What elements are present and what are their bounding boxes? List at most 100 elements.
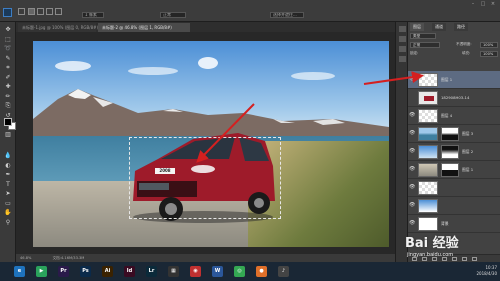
eye-icon[interactable]: 👁 bbox=[409, 221, 415, 226]
taskbar-app-icon[interactable]: Id bbox=[124, 266, 135, 277]
style-field[interactable]: 正常 bbox=[160, 12, 186, 18]
tool-preset-button[interactable] bbox=[18, 8, 25, 15]
ps-logo[interactable] bbox=[3, 8, 12, 17]
eye-icon[interactable]: 👁 bbox=[409, 185, 415, 190]
minimize-button[interactable]: – bbox=[470, 2, 476, 7]
document-tab-2[interactable]: 未标题-2 @ 46.8% (图层 1, RGB/8#) bbox=[98, 23, 190, 32]
eye-icon[interactable]: 👁 bbox=[409, 167, 415, 172]
layer-name[interactable]: 图层 2 bbox=[462, 149, 473, 154]
hand-tool-icon[interactable]: ✋ bbox=[4, 209, 12, 216]
taskbar-app-icon[interactable]: Ai bbox=[102, 266, 113, 277]
eyedropper-tool-icon[interactable]: ✐ bbox=[4, 74, 12, 81]
foreground-color-swatch[interactable] bbox=[4, 118, 12, 126]
clock-date: 2018/4/30 bbox=[476, 271, 497, 276]
layer-row[interactable]: 👁 图层 1 bbox=[408, 161, 500, 179]
layer-name[interactable]: 图层 3 bbox=[462, 131, 473, 136]
layer-row[interactable]: 👁 182908H03-14 bbox=[408, 89, 500, 107]
marquee-tool-icon[interactable]: ⬚ bbox=[4, 36, 12, 43]
tools-panel: ✥⬚➰✎⌗✐✚✏⎘↺⌫▥💧◐✒T➤▭✋⚲ bbox=[0, 22, 16, 262]
lasso-tool-icon[interactable]: ➰ bbox=[4, 45, 12, 52]
taskbar-app-icon[interactable]: ◎ bbox=[234, 266, 245, 277]
taskbar-app-icon[interactable]: W bbox=[212, 266, 223, 277]
layer-row[interactable]: 👁 bbox=[408, 179, 500, 197]
taskbar-app-icon[interactable]: e bbox=[14, 266, 25, 277]
tab-channels[interactable]: 通道 bbox=[432, 23, 446, 31]
eye-icon[interactable]: 👁 bbox=[409, 203, 415, 208]
type-tool-icon[interactable]: T bbox=[4, 181, 12, 188]
pen-tool-icon[interactable]: ✒ bbox=[4, 171, 12, 178]
eye-icon[interactable]: 👁 bbox=[409, 131, 415, 136]
opacity-label: 不透明度: bbox=[456, 42, 472, 46]
dodge-tool-icon[interactable]: ◐ bbox=[4, 162, 12, 169]
layer-name[interactable]: 图层 4 bbox=[441, 113, 452, 118]
adjustments-icon[interactable] bbox=[399, 46, 406, 52]
swatches-icon[interactable] bbox=[399, 56, 406, 62]
quick-select-tool-icon[interactable]: ✎ bbox=[4, 55, 12, 62]
feather-field[interactable]: 1 像素 bbox=[82, 12, 104, 18]
layer-mask-thumbnail[interactable] bbox=[441, 145, 459, 159]
layer-mask-thumbnail[interactable] bbox=[441, 127, 459, 141]
system-clock[interactable]: 10:37 2018/4/30 bbox=[476, 265, 497, 277]
subtract-selection-button[interactable] bbox=[46, 8, 53, 15]
taskbar-app-icon[interactable]: ● bbox=[256, 266, 267, 277]
eye-icon[interactable]: 👁 bbox=[409, 113, 415, 118]
zoom-tool-icon[interactable]: ⚲ bbox=[4, 219, 12, 226]
maximize-button[interactable]: □ bbox=[480, 2, 486, 7]
lock-label: 锁定: bbox=[410, 51, 419, 55]
brush-tool-icon[interactable]: ✏ bbox=[4, 93, 12, 100]
layer-name[interactable]: 图层 1 bbox=[441, 77, 452, 82]
taskbar-app-icon[interactable]: ◉ bbox=[190, 266, 201, 277]
zoom-level[interactable]: 46.8% bbox=[20, 256, 31, 260]
layer-row[interactable]: 👁 bbox=[408, 197, 500, 215]
gradient-tool-icon[interactable]: ▥ bbox=[4, 131, 12, 138]
healing-tool-icon[interactable]: ✚ bbox=[4, 83, 12, 90]
layer-thumbnail bbox=[418, 199, 438, 213]
new-selection-button[interactable] bbox=[28, 8, 35, 15]
taskbar-app-icon[interactable]: ▶ bbox=[36, 266, 47, 277]
layer-row[interactable]: 👁 图层 2 bbox=[408, 143, 500, 161]
history-icon[interactable] bbox=[399, 26, 406, 32]
layer-row[interactable]: 👁 图层 3 bbox=[408, 125, 500, 143]
taskbar-app-icon[interactable]: Lr bbox=[146, 266, 157, 277]
selection-marquee[interactable] bbox=[129, 137, 281, 219]
add-selection-button[interactable] bbox=[37, 8, 44, 15]
intersect-selection-button[interactable] bbox=[55, 8, 62, 15]
eye-icon[interactable]: 👁 bbox=[409, 95, 415, 100]
layer-name[interactable]: 图层 1 bbox=[462, 167, 473, 172]
layer-filter-select[interactable]: 类型 bbox=[410, 33, 436, 39]
eye-icon[interactable]: 👁 bbox=[409, 77, 415, 82]
properties-icon[interactable] bbox=[399, 36, 406, 42]
layer-name[interactable]: 背景 bbox=[441, 221, 449, 226]
layer-thumbnail bbox=[418, 145, 438, 159]
taskbar-app-icon[interactable]: Ps bbox=[80, 266, 91, 277]
layer-name[interactable]: 182908H03-14 bbox=[441, 95, 469, 100]
document-tab-1[interactable]: 未标题-1.jpg @ 100% (图层 0, RGB/8#) bbox=[18, 23, 98, 32]
taskbar-app-icon[interactable]: Pr bbox=[58, 266, 69, 277]
blend-mode-select[interactable]: 正常 bbox=[410, 42, 440, 48]
opacity-field[interactable]: 100% bbox=[480, 42, 498, 48]
path-select-tool-icon[interactable]: ➤ bbox=[4, 190, 12, 197]
fill-field[interactable]: 100% bbox=[480, 51, 498, 57]
select-and-mask-button[interactable]: 选择并遮住... bbox=[270, 12, 304, 18]
layer-row[interactable]: 👁 背景 bbox=[408, 215, 500, 233]
taskbar-app-icon[interactable]: ▦ bbox=[168, 266, 179, 277]
options-bar: 1 像素 正常 选择并遮住... – □ × bbox=[0, 0, 500, 22]
close-button[interactable]: × bbox=[490, 2, 496, 7]
move-tool-icon[interactable]: ✥ bbox=[4, 26, 12, 33]
layer-list: 👁 图层 1 👁 182908H03-14 👁 图层 4 👁 图层 3 👁 图层… bbox=[408, 71, 500, 254]
tab-paths[interactable]: 路径 bbox=[454, 23, 468, 31]
tab-layers[interactable]: 图层 bbox=[410, 23, 424, 31]
window-controls: – □ × bbox=[470, 2, 496, 7]
blur-tool-icon[interactable]: 💧 bbox=[4, 152, 12, 159]
layer-mask-thumbnail[interactable] bbox=[441, 163, 459, 177]
layer-row[interactable]: 👁 图层 1 bbox=[408, 71, 500, 89]
shape-tool-icon[interactable]: ▭ bbox=[4, 200, 12, 207]
taskbar-app-icon[interactable]: ♪ bbox=[278, 266, 289, 277]
composite-photo[interactable]: 2008 bbox=[33, 41, 389, 247]
clone-tool-icon[interactable]: ⎘ bbox=[4, 102, 12, 109]
canvas-area[interactable]: 2008 bbox=[16, 32, 395, 254]
watermark: Bai 经验 jingyan.baidu.com bbox=[405, 232, 497, 262]
crop-tool-icon[interactable]: ⌗ bbox=[4, 64, 12, 71]
eye-icon[interactable]: 👁 bbox=[409, 149, 415, 154]
layer-row[interactable]: 👁 图层 4 bbox=[408, 107, 500, 125]
